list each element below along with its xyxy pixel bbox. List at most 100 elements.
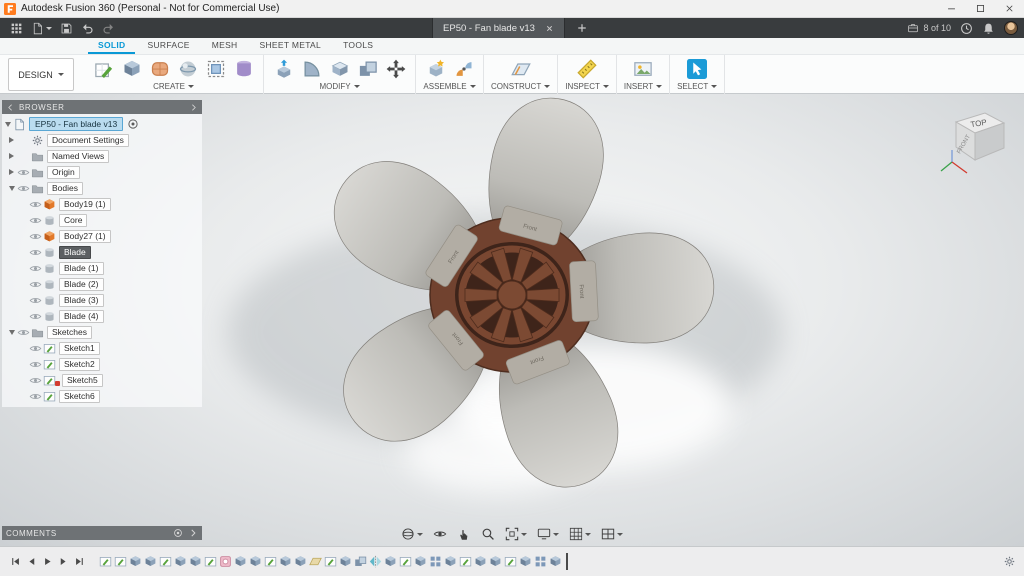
browser-item-sketch5[interactable]: Sketch5 (2, 372, 202, 388)
new-sketch-button[interactable] (91, 56, 116, 81)
job-status[interactable]: 8 of 10 (907, 22, 951, 34)
timeline-feature-combine[interactable] (354, 555, 367, 568)
step-back-button[interactable] (24, 554, 39, 570)
ribbon-group-label[interactable]: SELECT (677, 81, 717, 94)
expander-icon[interactable] (6, 137, 17, 143)
eye-icon[interactable] (29, 230, 42, 243)
tab-solid[interactable]: SOLID (88, 38, 135, 54)
tab-sheet-metal[interactable]: SHEET METAL (250, 38, 332, 54)
browser-item-bodies[interactable]: Bodies (2, 180, 202, 196)
browser-item-body19-1-[interactable]: Body19 (1) (2, 196, 202, 212)
root-expander-icon[interactable] (2, 122, 13, 127)
browser-item-origin[interactable]: Origin (2, 164, 202, 180)
timeline-feature-sketch[interactable] (99, 555, 112, 568)
play-button[interactable] (40, 554, 55, 570)
timeline-feature-extrude[interactable] (474, 555, 487, 568)
browser-item-sketch1[interactable]: Sketch1 (2, 340, 202, 356)
look-at-button[interactable] (433, 527, 447, 541)
timeline-settings-gear-icon[interactable] (1003, 555, 1016, 568)
timeline-feature-extrude[interactable] (549, 555, 562, 568)
timeline-feature-mirror[interactable] (369, 555, 382, 568)
browser-header[interactable]: BROWSER (2, 100, 202, 114)
browser-item-blade-1-[interactable]: Blade (1) (2, 260, 202, 276)
file-menu-button[interactable] (27, 18, 56, 38)
timeline-feature-extrude[interactable] (444, 555, 457, 568)
browser-item-blade-4-[interactable]: Blade (4) (2, 308, 202, 324)
skip-start-button[interactable] (8, 554, 23, 570)
shell-button[interactable] (327, 56, 352, 81)
press-pull-button[interactable] (271, 56, 296, 81)
skip-end-button[interactable] (72, 554, 87, 570)
tab-mesh[interactable]: MESH (202, 38, 248, 54)
tab-close-icon[interactable] (545, 24, 554, 33)
insert-canvas-button[interactable] (630, 56, 655, 81)
timeline-feature-extrude[interactable] (384, 555, 397, 568)
browser-item-body27-1-[interactable]: Body27 (1) (2, 228, 202, 244)
eye-icon[interactable] (17, 326, 30, 339)
eye-icon[interactable] (29, 294, 42, 307)
timeline-feature-pattern[interactable] (534, 555, 547, 568)
display-settings-button[interactable] (537, 527, 559, 541)
zoom-button[interactable] (481, 527, 495, 541)
new-tab-button[interactable] (572, 18, 592, 38)
minimize-button[interactable] (937, 0, 966, 17)
eye-icon[interactable] (29, 278, 42, 291)
timeline-feature-extrude[interactable] (414, 555, 427, 568)
comments-handle-icon[interactable] (188, 528, 198, 538)
redo-button[interactable] (98, 18, 119, 38)
eye-icon[interactable] (29, 214, 42, 227)
document-tab[interactable]: EP50 - Fan blade v13 (432, 18, 565, 38)
eye-icon[interactable] (29, 262, 42, 275)
timeline-playhead[interactable] (566, 553, 568, 570)
ribbon-group-label[interactable]: INSPECT (565, 81, 609, 94)
timeline-feature-sketch[interactable] (114, 555, 127, 568)
pattern-box-button[interactable] (203, 56, 228, 81)
expander-icon[interactable] (6, 169, 17, 175)
comments-bar[interactable]: COMMENTS (2, 526, 202, 540)
extrude-solid-button[interactable] (119, 56, 144, 81)
step-forward-button[interactable] (56, 554, 71, 570)
timeline-feature-extrude[interactable] (174, 555, 187, 568)
browser-item-core[interactable]: Core (2, 212, 202, 228)
workspace-switcher[interactable]: DESIGN (8, 58, 74, 91)
eye-icon[interactable] (29, 310, 42, 323)
timeline-feature-hole[interactable] (219, 555, 232, 568)
expander-icon[interactable] (6, 153, 17, 159)
browser-item-blade-3-[interactable]: Blade (3) (2, 292, 202, 308)
timeline-feature-extrude[interactable] (489, 555, 502, 568)
timeline-feature-sketch[interactable] (204, 555, 217, 568)
timeline-feature-sketch[interactable] (399, 555, 412, 568)
timeline-feature-extrude[interactable] (249, 555, 262, 568)
viewports-button[interactable] (601, 527, 623, 541)
select-cursor-button[interactable] (685, 56, 710, 81)
browser-item-sketch2[interactable]: Sketch2 (2, 356, 202, 372)
expander-icon[interactable] (6, 186, 17, 191)
ribbon-group-label[interactable]: MODIFY (319, 81, 359, 94)
timeline-feature-extrude[interactable] (339, 555, 352, 568)
browser-item-sketch6[interactable]: Sketch6 (2, 388, 202, 404)
tab-tools[interactable]: TOOLS (333, 38, 383, 54)
move-copy-button[interactable] (383, 56, 408, 81)
timeline-feature-sketch[interactable] (324, 555, 337, 568)
pan-button[interactable] (457, 527, 471, 541)
fit-button[interactable] (505, 527, 527, 541)
eye-icon[interactable] (17, 166, 30, 179)
ribbon-group-label[interactable]: CREATE (153, 81, 194, 94)
timeline-feature-plane[interactable] (309, 555, 322, 568)
fillet-button[interactable] (299, 56, 324, 81)
notification-bell-icon[interactable] (982, 22, 995, 35)
expander-icon[interactable] (6, 330, 17, 335)
browser-item-document-settings[interactable]: Document Settings (2, 132, 202, 148)
new-component-button[interactable] (423, 56, 448, 81)
browser-item-sketches[interactable]: Sketches (2, 324, 202, 340)
joint-button[interactable] (451, 56, 476, 81)
activate-component-icon[interactable] (127, 118, 139, 130)
browser-root-item[interactable]: EP50 - Fan blade v13 (2, 116, 202, 132)
grid-settings-button[interactable] (569, 527, 591, 541)
timeline-feature-extrude[interactable] (144, 555, 157, 568)
timeline-feature-sketch[interactable] (264, 555, 277, 568)
eye-icon[interactable] (29, 390, 42, 403)
timeline-feature-extrude[interactable] (129, 555, 142, 568)
timeline-feature-sketch[interactable] (159, 555, 172, 568)
coil-cylinder-button[interactable] (231, 56, 256, 81)
